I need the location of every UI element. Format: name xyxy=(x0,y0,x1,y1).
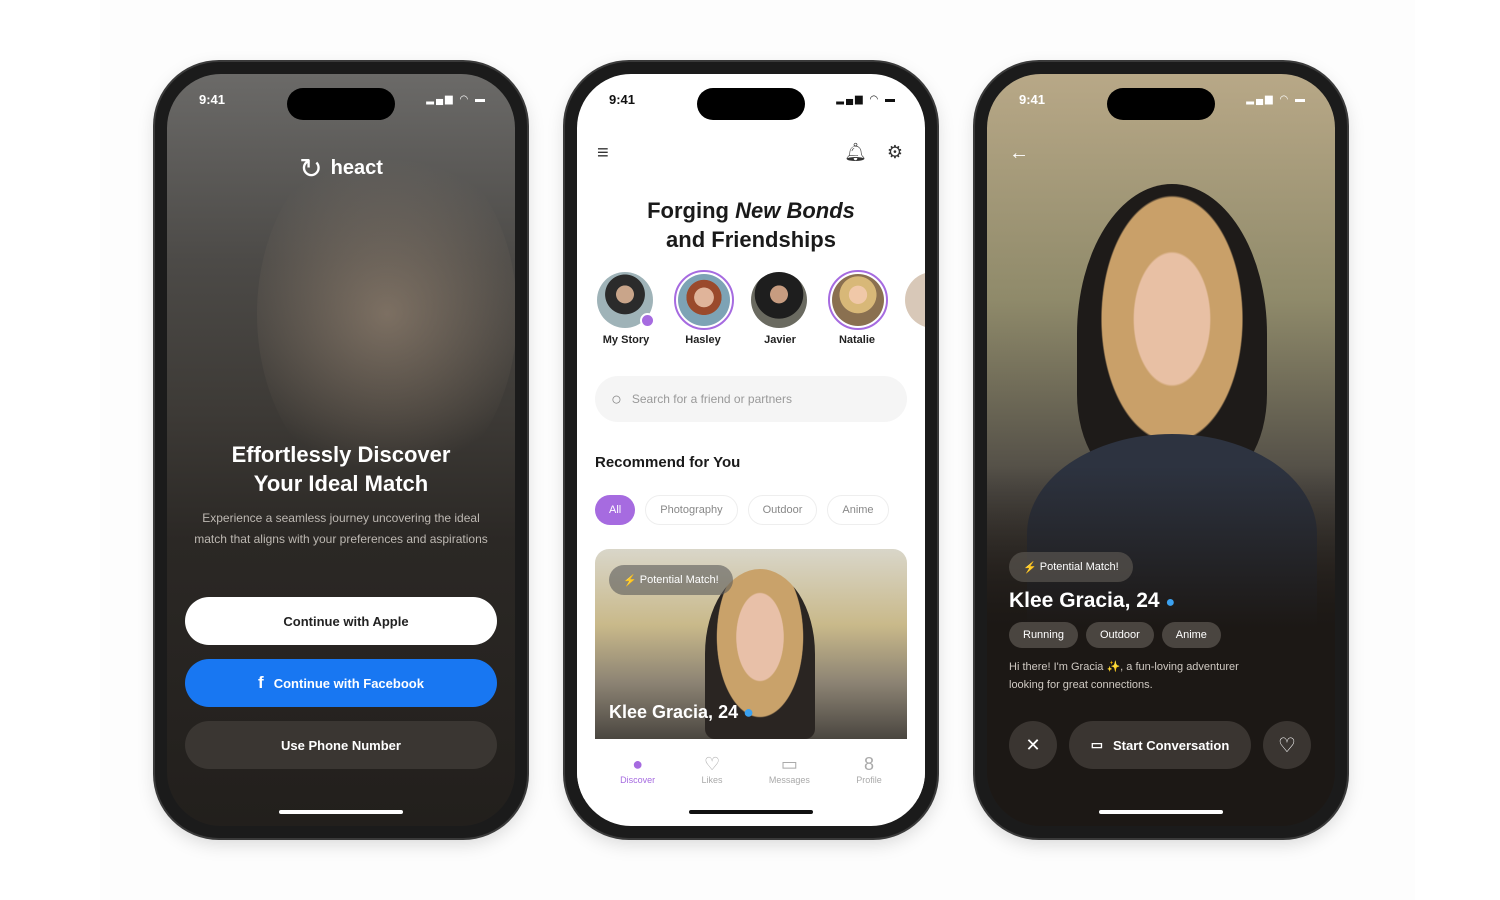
start-conversation-button[interactable]: ▭ Start Conversation xyxy=(1069,721,1251,769)
apple-label: Continue with Apple xyxy=(283,613,409,629)
status-time: 9:41 xyxy=(609,92,636,107)
headline: Effortlessly Discover Your Ideal Match xyxy=(231,442,451,496)
potential-match-badge: ⚡ Potential Match! xyxy=(1009,552,1133,582)
badge-text: Potential Match! xyxy=(1039,561,1119,573)
filter-chip-all[interactable]: All xyxy=(595,495,636,525)
use-phone-number-button[interactable]: Use Phone Number xyxy=(185,721,497,769)
tag: Anime xyxy=(1161,622,1221,648)
compass-icon: ● xyxy=(632,753,644,774)
facebook-label: Continue with Facebook xyxy=(273,675,424,691)
home-indicator xyxy=(1099,810,1223,814)
story-item[interactable]: Natalie xyxy=(828,270,888,346)
page-title: Forging New Bonds and Friendships xyxy=(577,196,925,254)
tag: Running xyxy=(1009,622,1078,648)
search-icon: ○ xyxy=(611,388,622,409)
onboarding-screen: 9:41 ▂▄▆ ◠ ▬ ↻ heact Effortlessly Discov… xyxy=(167,74,515,826)
story-item[interactable]: Javier xyxy=(751,272,809,346)
bell-icon[interactable]: 🔔︎ xyxy=(844,142,867,163)
status-icons: ▂▄▆ ◠ ▬ xyxy=(1246,94,1307,105)
facebook-icon: f xyxy=(258,673,264,692)
nav-profile[interactable]: 8 Profile xyxy=(856,754,882,785)
story-name: Natalie xyxy=(838,334,876,346)
story-name: D xyxy=(905,334,925,346)
verified-icon: ● xyxy=(743,702,754,722)
profile-name: Klee Gracia, 24 ● xyxy=(1009,589,1175,613)
chat-icon: ▭ xyxy=(1090,737,1103,752)
start-label: Start Conversation xyxy=(1112,737,1230,753)
nav-label: Messages xyxy=(768,774,810,785)
bottom-nav: ● Discover ♡ Likes ▭ Messages 8 Profile xyxy=(577,739,925,799)
close-icon: ✕ xyxy=(1025,734,1041,755)
nav-label: Likes xyxy=(701,774,723,785)
status-time: 9:41 xyxy=(1019,92,1046,107)
nav-label: Profile xyxy=(856,774,882,785)
phone-discover: 9:41 ▂▄▆ ◠ ▬ ≡ 🔔︎ ⚙︎ Forging New Bonds an… xyxy=(565,62,937,838)
potential-match-badge: ⚡ Potential Match! xyxy=(609,565,733,595)
nav-likes[interactable]: ♡ Likes xyxy=(702,754,723,785)
nav-label: Discover xyxy=(620,774,656,785)
dynamic-island xyxy=(1107,88,1215,120)
search-placeholder: Search for a friend or partners xyxy=(631,392,792,406)
title-part: Forging xyxy=(647,198,736,223)
menu-icon[interactable]: ≡ xyxy=(597,142,609,165)
profile-name-text: Klee Gracia, 24 xyxy=(1009,589,1160,612)
match-card[interactable]: ⚡ Potential Match! Klee Gracia, 24 ● xyxy=(595,549,907,739)
message-icon: ▭ xyxy=(780,753,798,774)
section-title: Recommend for You xyxy=(595,454,741,471)
user-icon: 8 xyxy=(864,753,875,774)
tag: Outdoor xyxy=(1085,622,1154,648)
nav-messages[interactable]: ▭ Messages xyxy=(769,754,810,785)
continue-with-apple-button[interactable]: Continue with Apple xyxy=(185,597,497,645)
filter-chips: All Photography Outdoor Anime xyxy=(595,495,889,525)
back-arrow-icon[interactable]: ← xyxy=(1009,142,1029,165)
home-indicator xyxy=(689,810,813,814)
stories-row: My Story Hasley Javier Natalie D xyxy=(597,270,925,346)
brand-name: heact xyxy=(330,157,383,179)
badge-text: Potential Match! xyxy=(639,574,719,586)
story-item[interactable]: Hasley xyxy=(674,270,734,346)
search-input[interactable]: ○ Search for a friend or partners xyxy=(595,376,907,422)
status-time: 9:41 xyxy=(199,92,226,107)
profile-bio: Hi there! I'm Gracia ✨, a fun-loving adv… xyxy=(1009,661,1239,691)
nav-discover[interactable]: ● Discover xyxy=(620,754,655,785)
dynamic-island xyxy=(287,88,395,120)
phone-profile: 9:41 ▂▄▆ ◠ ▬ ← ⚡ Potential Match! Klee G… xyxy=(975,62,1347,838)
discover-screen: 9:41 ▂▄▆ ◠ ▬ ≡ 🔔︎ ⚙︎ Forging New Bonds an… xyxy=(577,74,925,826)
profile-screen: 9:41 ▂▄▆ ◠ ▬ ← ⚡ Potential Match! Klee G… xyxy=(987,74,1335,826)
status-icons: ▂▄▆ ◠ ▬ xyxy=(426,94,487,105)
interest-tags: Running Outdoor Anime xyxy=(1009,622,1221,648)
story-name: Javier xyxy=(764,334,796,346)
description: Experience a seamless journey uncovering… xyxy=(194,511,488,546)
status-icons: ▂▄▆ ◠ ▬ xyxy=(836,94,897,105)
title-italic: New Bonds xyxy=(735,198,855,223)
filter-chip-photography[interactable]: Photography xyxy=(645,495,738,525)
home-indicator xyxy=(279,810,403,814)
logo-icon: ↻ xyxy=(299,153,323,184)
card-name: Klee Gracia, 24 ● xyxy=(609,702,754,723)
story-name: Hasley xyxy=(685,334,721,346)
card-name-text: Klee Gracia, 24 xyxy=(609,702,739,722)
phone-onboarding: 9:41 ▂▄▆ ◠ ▬ ↻ heact Effortlessly Discov… xyxy=(155,62,527,838)
add-story-icon[interactable] xyxy=(640,313,655,328)
story-item[interactable]: D xyxy=(905,272,925,346)
dynamic-island xyxy=(697,88,805,120)
filter-chip-anime[interactable]: Anime xyxy=(827,495,889,525)
like-button[interactable]: ♡ xyxy=(1263,721,1311,769)
verified-icon: ● xyxy=(1165,594,1176,611)
phone-label: Use Phone Number xyxy=(281,737,401,753)
continue-with-facebook-button[interactable]: f Continue with Facebook xyxy=(185,659,497,707)
heart-icon: ♡ xyxy=(1278,734,1296,757)
brand-logo: ↻ heact xyxy=(167,152,515,185)
filter-icon[interactable]: ⚙︎ xyxy=(887,142,903,163)
story-item[interactable]: My Story xyxy=(597,272,655,346)
dismiss-button[interactable]: ✕ xyxy=(1009,721,1057,769)
story-name: My Story xyxy=(602,334,650,346)
heart-icon: ♡ xyxy=(703,753,721,774)
title-part: and Friendships xyxy=(666,227,836,252)
filter-chip-outdoor[interactable]: Outdoor xyxy=(747,495,818,525)
